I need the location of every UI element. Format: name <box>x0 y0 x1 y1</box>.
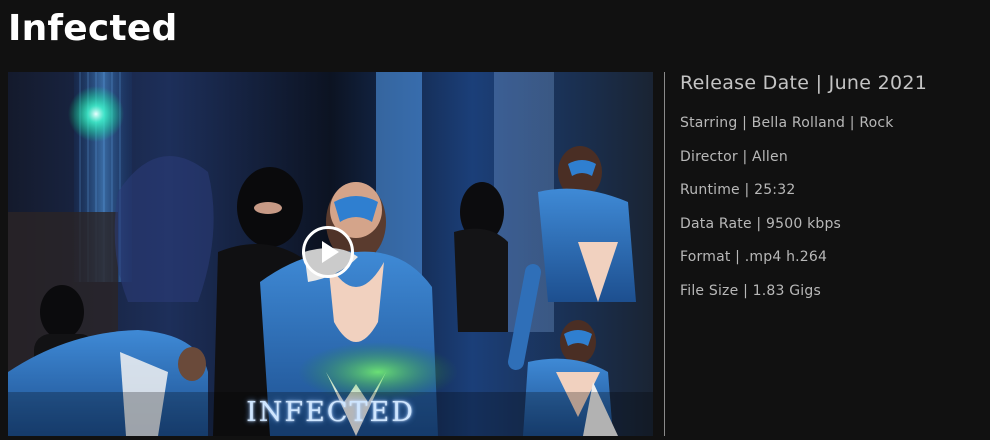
poster-title-logo: INFECTED <box>246 397 415 428</box>
director-info: Director | Allen <box>680 148 788 165</box>
runtime-info: Runtime | 25:32 <box>680 182 796 199</box>
video-player[interactable]: INFECTED <box>8 72 653 436</box>
data-rate-info: Data Rate | 9500 kbps <box>680 215 842 232</box>
release-date: Release Date | June 2021 <box>680 72 928 94</box>
play-button[interactable] <box>302 226 354 278</box>
page-title: Infected <box>8 8 178 49</box>
product-page: Infected INFECTED Release Date | June 20… <box>0 0 990 440</box>
format-info: Format | .mp4 h.264 <box>680 249 828 266</box>
vertical-divider <box>664 72 665 436</box>
starring-info: Starring | Bella Rolland | Rock <box>680 115 894 131</box>
play-icon <box>322 241 339 263</box>
file-size-info: File Size | 1.83 Gigs <box>680 282 821 299</box>
video-details-panel: Release Date | June 2021 Starring | Bell… <box>680 70 980 316</box>
